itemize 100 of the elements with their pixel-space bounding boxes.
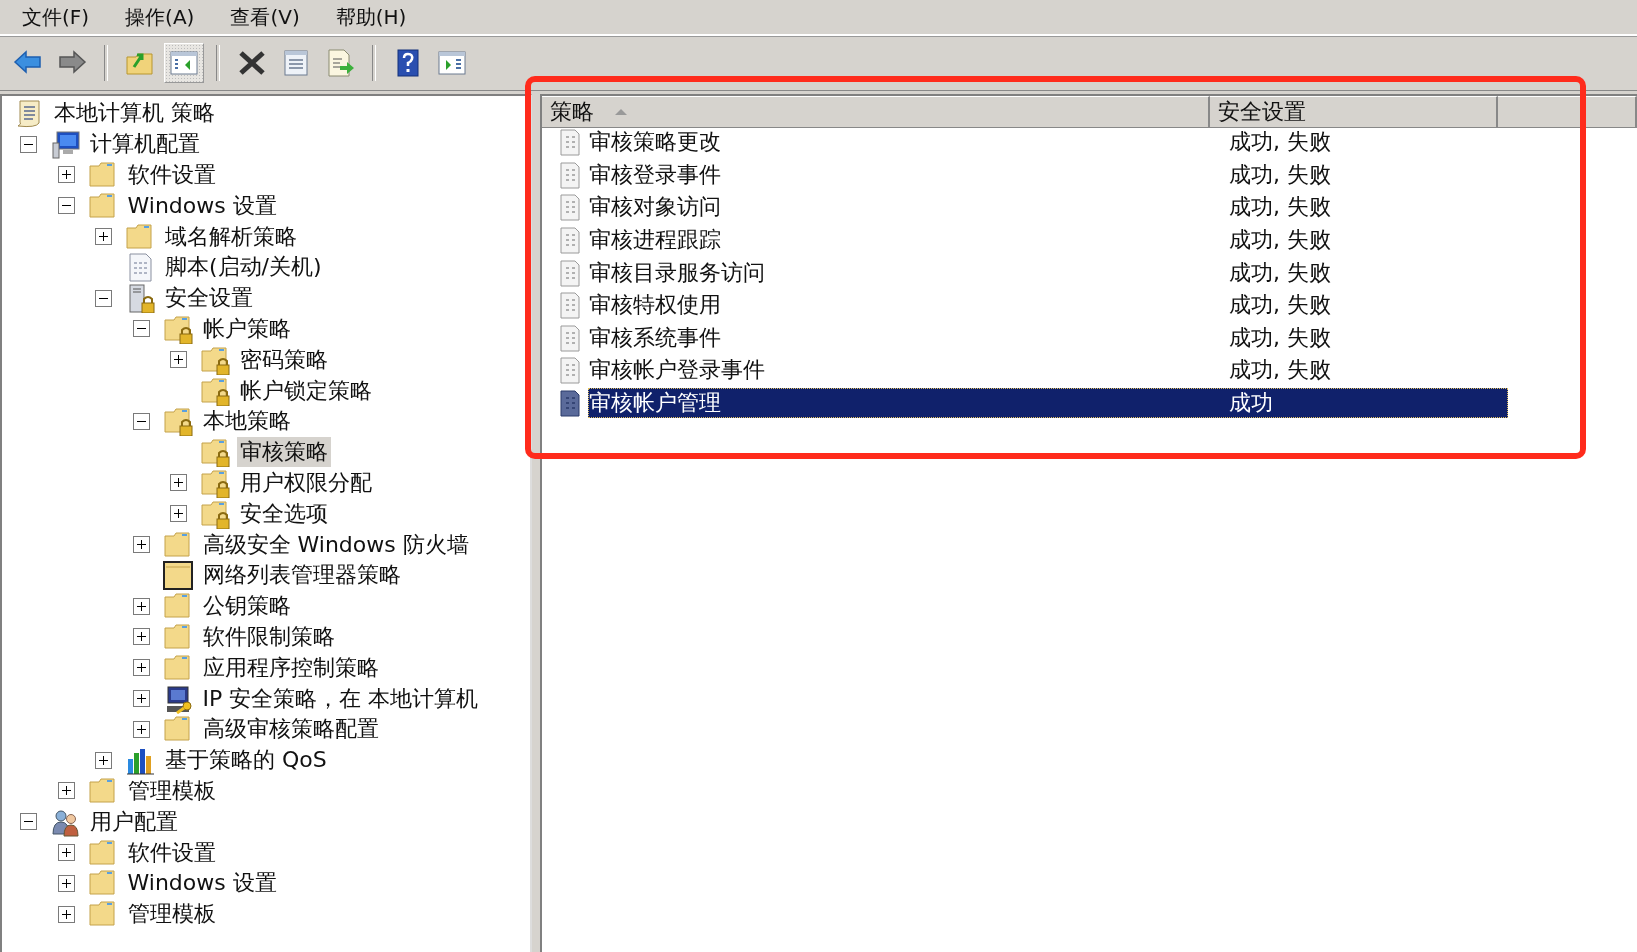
expand-toggle[interactable]: [95, 751, 112, 769]
menu-item[interactable]: 查看(V): [228, 3, 302, 31]
tree-item[interactable]: 安全选项: [237, 498, 331, 529]
policy-icon: [558, 128, 582, 157]
expand-toggle[interactable]: [132, 720, 150, 738]
policy-icon: [558, 160, 582, 189]
sort-arrow-icon: [614, 108, 628, 116]
tree-item[interactable]: 本地策略: [199, 406, 294, 437]
table-cell[interactable]: 审核帐户管理: [589, 388, 1229, 419]
expand-toggle[interactable]: [57, 782, 75, 800]
tree-item[interactable]: 帐户策略: [199, 313, 294, 344]
policy-icon: [558, 356, 582, 385]
expand-toggle[interactable]: [132, 690, 150, 708]
tree-item[interactable]: 用户配置: [87, 806, 181, 837]
locked-folder-icon: [162, 313, 193, 344]
expand-toggle[interactable]: [95, 228, 112, 246]
folder-icon: [87, 160, 118, 190]
policy-icon: [558, 193, 582, 222]
menu-item[interactable]: 文件(F): [20, 3, 92, 31]
collapse-toggle[interactable]: [20, 813, 37, 831]
tree-item[interactable]: 高级安全 Windows 防火墙: [199, 529, 472, 560]
tree-item[interactable]: 计算机配置: [87, 129, 203, 160]
tree-item[interactable]: 审核策略: [237, 437, 331, 468]
column-header[interactable]: 安全设置: [1210, 96, 1498, 128]
folder-icon: [162, 529, 193, 560]
table-cell-text: 成功, 失败: [1229, 356, 1331, 385]
tree-item[interactable]: Windows 设置: [124, 868, 280, 899]
locked-folder-icon: [200, 498, 230, 529]
menu-item[interactable]: 操作(A): [123, 3, 197, 31]
folder-icon: [87, 837, 118, 868]
table-cell[interactable]: 审核登录事件: [589, 159, 1229, 190]
policy-icon: [558, 323, 582, 352]
folder-icon: [162, 621, 193, 652]
expand-toggle[interactable]: [132, 659, 150, 677]
collapse-toggle[interactable]: [132, 412, 150, 430]
table-cell-text: 成功, 失败: [1229, 323, 1331, 352]
expand-toggle[interactable]: [57, 844, 75, 861]
expand-toggle[interactable]: [170, 505, 187, 523]
table-cell-text: 成功: [1229, 389, 1273, 418]
folder-icon: [87, 775, 118, 806]
selected-row[interactable]: 审核帐户管理 成功: [588, 388, 1508, 419]
tree-item[interactable]: 软件设置: [124, 160, 219, 190]
expand-toggle[interactable]: [170, 351, 187, 369]
tree-item[interactable]: 高级审核策略配置: [199, 714, 382, 745]
table-cell-text: 成功, 失败: [1229, 291, 1331, 320]
expand-toggle[interactable]: [132, 628, 150, 646]
policy-icon: [558, 226, 582, 255]
tree-item[interactable]: 帐户锁定策略: [237, 375, 375, 406]
folder-icon: [125, 221, 155, 252]
tree-item[interactable]: 公钥策略: [199, 591, 294, 622]
table-cell[interactable]: 审核系统事件: [589, 322, 1229, 353]
tree-item[interactable]: 脚本(启动/关机): [162, 252, 325, 283]
tree-pane-button[interactable]: [164, 43, 204, 83]
expand-toggle[interactable]: [132, 597, 150, 615]
table-cell[interactable]: 审核进程跟踪: [589, 225, 1229, 256]
table-cell[interactable]: 审核对象访问: [589, 192, 1229, 223]
menu-item[interactable]: 帮助(H): [333, 3, 409, 31]
tree-item[interactable]: 密码策略: [237, 344, 331, 375]
tree-item[interactable]: 管理模板: [124, 899, 219, 930]
collapse-toggle[interactable]: [57, 197, 75, 215]
expand-toggle[interactable]: [57, 166, 75, 184]
policy-icon: [558, 258, 582, 287]
collapse-toggle[interactable]: [132, 320, 150, 338]
policy-icon: [558, 389, 582, 418]
tree-item[interactable]: 本地计算机 策略: [51, 98, 218, 129]
folder-icon: [162, 560, 193, 591]
collapse-toggle[interactable]: [20, 135, 37, 153]
expand-toggle[interactable]: [132, 536, 150, 554]
tree-item[interactable]: 用户权限分配: [237, 467, 375, 498]
tree-item[interactable]: 软件设置: [124, 837, 219, 868]
locked-folder-icon: [200, 375, 230, 406]
table-cell-text: 成功, 失败: [1229, 160, 1331, 189]
tree-item[interactable]: 网络列表管理器策略: [199, 560, 404, 591]
expand-toggle[interactable]: [57, 874, 75, 892]
tree-item[interactable]: Windows 设置: [124, 190, 280, 221]
tree-item[interactable]: 域名解析策略: [162, 221, 300, 252]
tree-item[interactable]: 基于策略的 QoS: [162, 745, 330, 776]
column-header[interactable]: [1498, 96, 1637, 128]
locked-folder-icon: [200, 344, 230, 375]
locked-folder-icon: [200, 467, 230, 498]
expand-toggle[interactable]: [57, 905, 75, 923]
collapse-toggle[interactable]: [95, 289, 112, 307]
tree-item[interactable]: IP 安全策略，在 本地计算机: [199, 683, 482, 714]
policy-icon: [558, 291, 582, 320]
folder-icon: [87, 190, 118, 221]
table-cell-text: 成功, 失败: [1229, 128, 1331, 157]
tree-item[interactable]: 应用程序控制策略: [199, 652, 382, 683]
tree-item[interactable]: 软件限制策略: [199, 621, 338, 652]
table-cell-text: 成功, 失败: [1229, 258, 1331, 287]
expand-toggle[interactable]: [170, 474, 187, 492]
table-cell[interactable]: 审核目录服务访问: [589, 257, 1229, 288]
tree-item[interactable]: 管理模板: [124, 775, 219, 806]
table-cell[interactable]: 审核策略更改: [589, 127, 1229, 158]
locked-folder-icon: [200, 437, 230, 468]
table-cell[interactable]: 审核特权使用: [589, 290, 1229, 321]
table-cell[interactable]: 审核帐户登录事件: [589, 355, 1229, 386]
column-header[interactable]: 策略: [542, 96, 1210, 128]
locked-folder-icon: [162, 406, 193, 437]
tree-item[interactable]: 安全设置: [162, 283, 256, 314]
table-cell-text: 成功, 失败: [1229, 226, 1331, 255]
